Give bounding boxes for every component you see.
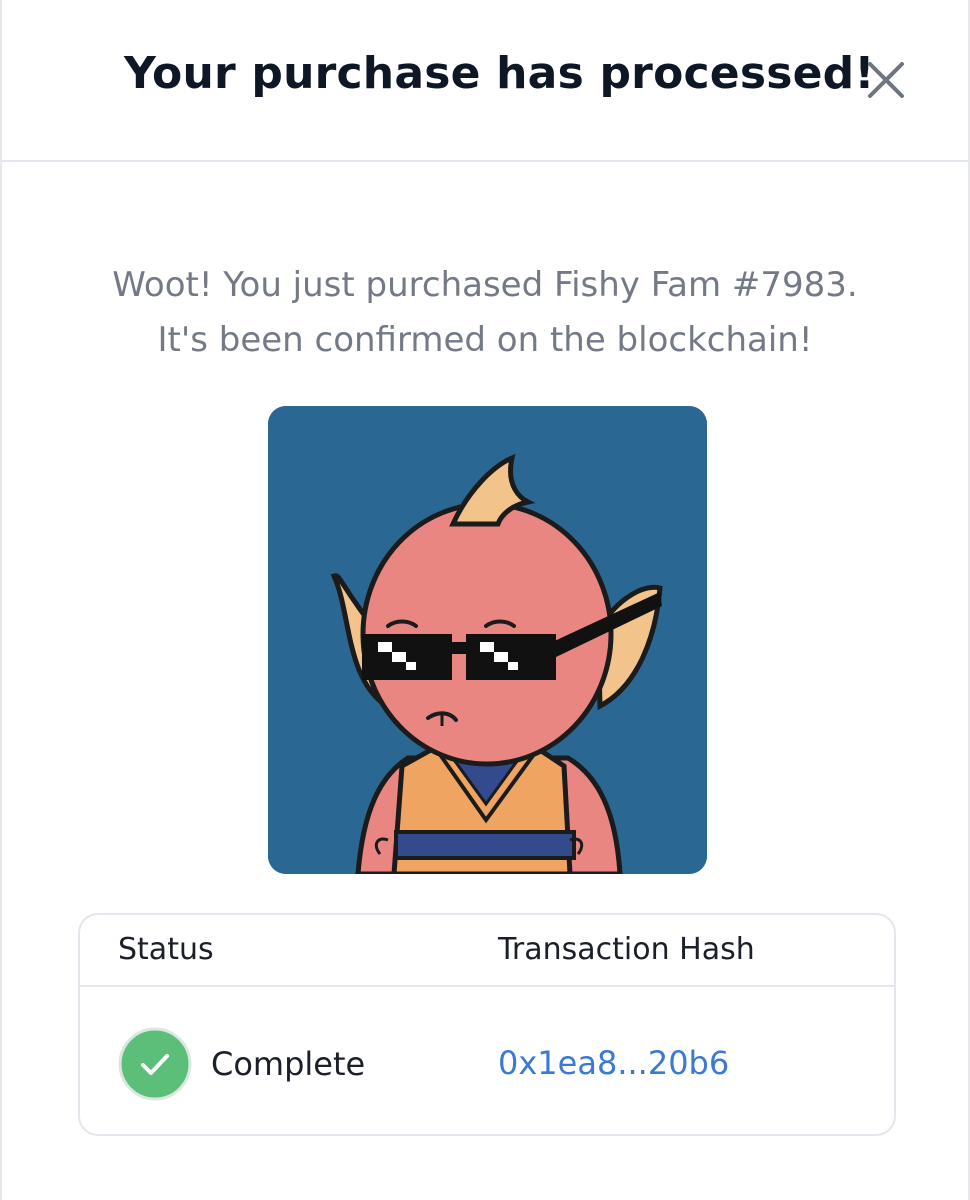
transaction-table: Status Transaction Hash Complete 0x1ea8.… xyxy=(78,913,896,1136)
transaction-hash-link[interactable]: 0x1ea8...20b6 xyxy=(498,1044,729,1082)
table-row: Complete 0x1ea8...20b6 xyxy=(80,987,894,1137)
close-icon[interactable] xyxy=(864,58,908,102)
message-line-2: It's been confirmed on the blockchain! xyxy=(157,320,813,360)
purchase-message: Woot! You just purchased Fishy Fam #7983… xyxy=(2,258,968,368)
table-header: Status Transaction Hash xyxy=(80,915,894,987)
purchase-modal: Your purchase has processed! Woot! You j… xyxy=(0,0,970,1200)
hash-column-header: Transaction Hash xyxy=(498,932,755,967)
modal-title: Your purchase has processed! xyxy=(124,48,875,99)
fish-character-icon xyxy=(268,406,707,874)
modal-header: Your purchase has processed! xyxy=(2,0,968,162)
nft-image xyxy=(268,406,707,874)
message-line-1: Woot! You just purchased Fishy Fam #7983… xyxy=(112,265,858,305)
status-value: Complete xyxy=(211,1045,366,1083)
check-circle-icon xyxy=(118,1027,192,1101)
status-column-header: Status xyxy=(118,932,214,967)
